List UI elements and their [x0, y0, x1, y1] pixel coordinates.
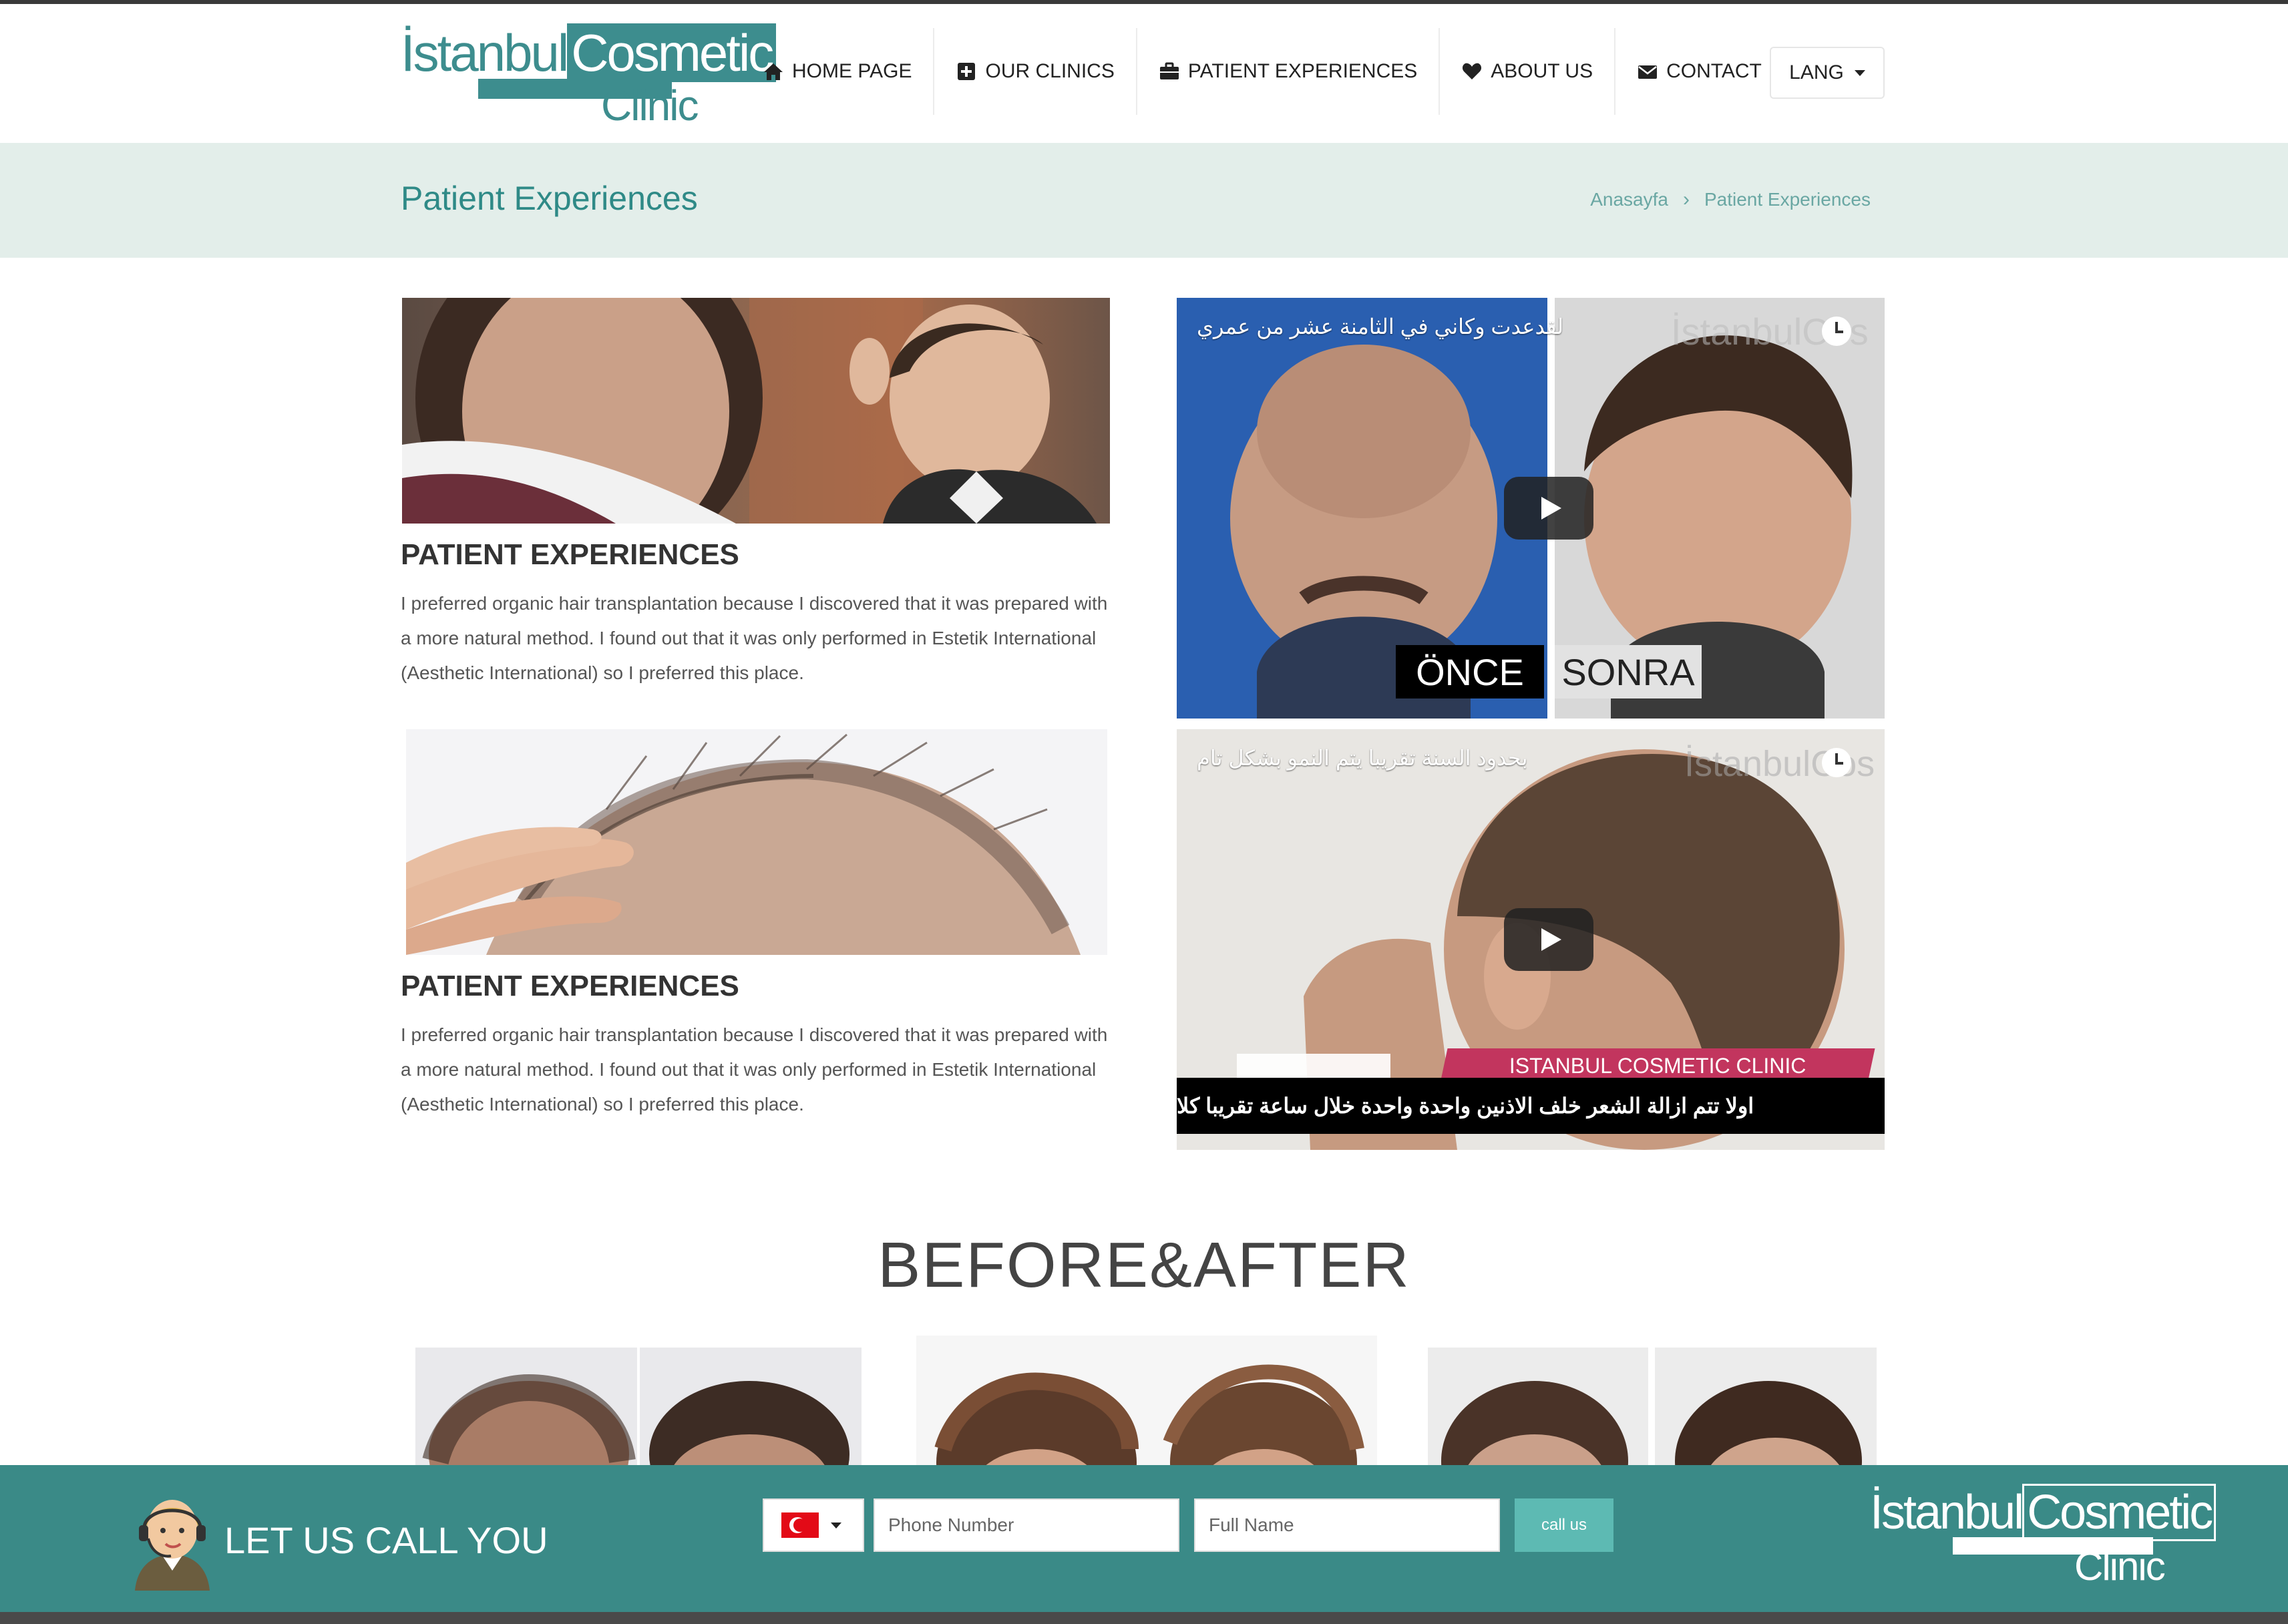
page-title: Patient Experiences [401, 180, 698, 217]
envelope-icon [1638, 65, 1658, 79]
before-after-image-1[interactable] [415, 1348, 862, 1465]
plus-square-icon [958, 63, 976, 80]
nav-contact[interactable]: CONTACT [1615, 28, 1783, 115]
callback-title: LET US CALL YOU [224, 1519, 548, 1561]
caret-down-icon [1854, 69, 1865, 76]
video-1-caption: لقدعدت وكاني في الثامنة عشر من عمري [1197, 315, 1564, 339]
before-after-title: BEFORE&AFTER [878, 1229, 1410, 1301]
video-2-caption: بحدود السنة تقريبا يتم النمو بشكل تام [1197, 746, 1528, 770]
nav-clinics-label: OUR CLINICS [985, 60, 1115, 82]
page-title-band: Patient Experiences Anasayfa › Patient E… [0, 143, 2288, 258]
nav-patient-experiences[interactable]: PATIENT EXPERIENCES [1137, 28, 1441, 115]
experience-text-1: I preferred organic hair transplantation… [401, 593, 1108, 683]
nav-contact-label: CONTACT [1666, 60, 1762, 82]
full-name-input[interactable] [1194, 1498, 1500, 1552]
before-after-image-2[interactable] [916, 1336, 1377, 1465]
support-agent-icon [128, 1490, 216, 1591]
watch-later-icon[interactable] [1822, 748, 1851, 777]
before-after-image-3[interactable] [1428, 1348, 1877, 1465]
footer-logo[interactable]: İstanbulCosmetic Clinic [1870, 1484, 2217, 1589]
site-header: İstanbulCosmetic Clinic HOME PAGE OUR CL… [0, 4, 2288, 143]
site-logo[interactable]: İstanbulCosmetic Clinic [401, 23, 777, 127]
nav-about[interactable]: ABOUT US [1440, 28, 1616, 115]
video-player-1[interactable]: İstanbulCos لقدعدت وكاني في الثامنة عشر … [1177, 298, 1885, 719]
footer-logo-text-istanbul: İstanbul [1870, 1486, 2024, 1539]
home-icon [764, 63, 783, 80]
nav-clinics[interactable]: OUR CLINICS [934, 28, 1137, 115]
phone-number-input[interactable] [874, 1498, 1179, 1552]
experience-title-2: PATIENT EXPERIENCES [401, 970, 739, 1002]
briefcase-icon [1159, 62, 1179, 79]
breadcrumb-home-link[interactable]: Anasayfa [1590, 189, 1668, 210]
before-label: ÖNCE [1396, 645, 1544, 698]
nav-patient-experiences-label: PATIENT EXPERIENCES [1187, 60, 1418, 82]
footer-strip [0, 1612, 2288, 1624]
main-nav: HOME PAGE OUR CLINICS PATIENT EXPERIENCE… [741, 28, 1783, 116]
after-label: SONRA [1555, 645, 1702, 698]
experience-photo-1 [402, 298, 1110, 524]
video-2-banner-text: ISTANBUL COSMETIC CLINIC [1509, 1053, 1806, 1078]
heart-icon [1463, 63, 1482, 79]
turkey-flag-icon [781, 1512, 819, 1538]
breadcrumb-current: Patient Experiences [1704, 189, 1871, 210]
footer-logo-text-cosmetic: Cosmetic [2022, 1484, 2217, 1541]
play-button-2[interactable] [1504, 908, 1593, 971]
logo-text-clinic: Clinic [601, 81, 699, 130]
nav-home[interactable]: HOME PAGE [741, 28, 935, 115]
video-player-2[interactable]: İstanbulCos بحدود السنة تقريبا يتم النمو… [1177, 729, 1885, 1150]
experience-photo-2 [406, 729, 1107, 955]
breadcrumb: Anasayfa › Patient Experiences [1590, 188, 1871, 211]
chevron-right-icon: › [1682, 188, 1690, 210]
caret-down-icon [831, 1522, 841, 1529]
experience-title-1: PATIENT EXPERIENCES [401, 538, 739, 571]
video-2-subtitle: اولا تتم ازالة الشعر خلف الاذنين واحدة و… [1177, 1078, 1885, 1134]
country-code-select[interactable] [763, 1498, 864, 1552]
footer-logo-text-clinic: Clinic [2074, 1544, 2166, 1589]
language-label: LANG [1789, 61, 1844, 83]
call-us-button[interactable]: call us [1515, 1498, 1613, 1552]
play-button-1[interactable] [1504, 477, 1593, 540]
watch-later-icon[interactable] [1822, 317, 1851, 346]
video-2-logo-strip [1237, 1054, 1390, 1080]
language-dropdown[interactable]: LANG [1770, 47, 1885, 99]
nav-about-label: ABOUT US [1491, 60, 1593, 82]
callback-bar: LET US CALL YOU call us İstanbulCosmetic… [0, 1465, 2288, 1612]
nav-home-label: HOME PAGE [792, 60, 912, 82]
experience-text-2: I preferred organic hair transplantation… [401, 1024, 1108, 1114]
logo-text-istanbul: İstanbul [401, 23, 569, 82]
